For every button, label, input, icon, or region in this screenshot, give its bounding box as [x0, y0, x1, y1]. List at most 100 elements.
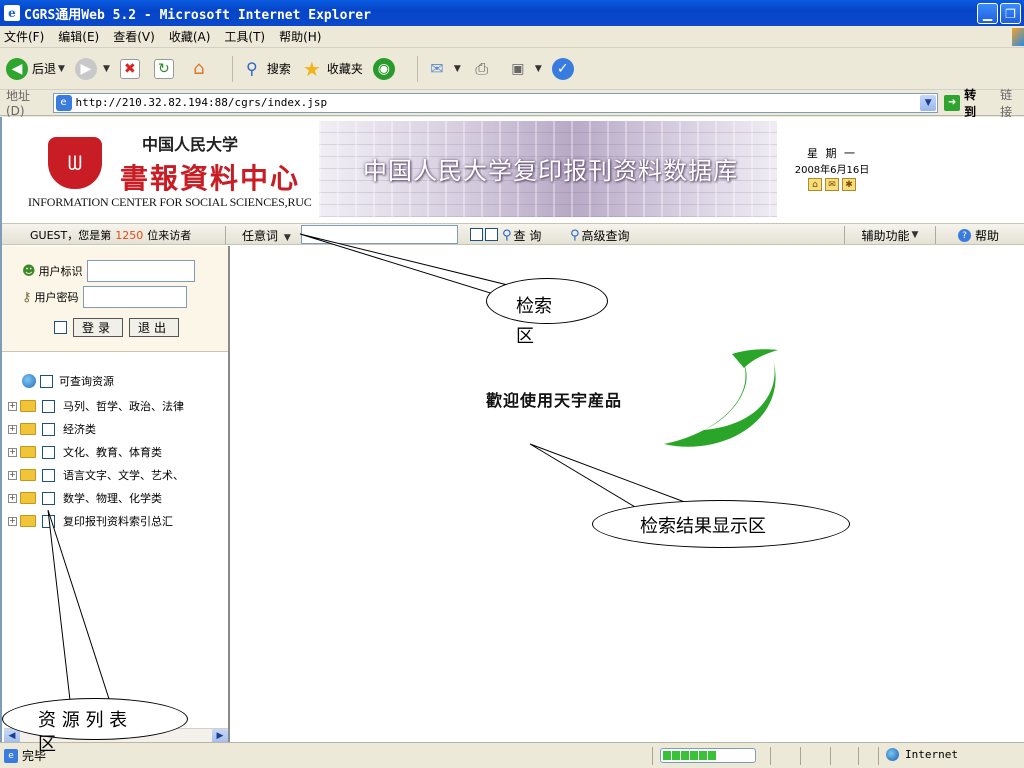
left-sidebar: ☻ 用户标识 ⚷ 用户密码 登录 退出 可查询资源 + 马列、哲学、政治、法律 …: [2, 246, 230, 743]
favorites-button[interactable]: ★ 收藏夹: [301, 57, 363, 81]
links-button[interactable]: 链接: [1000, 86, 1024, 120]
refresh-button[interactable]: ↻: [153, 58, 178, 79]
tree-item-label: 数学、物理、化学类: [63, 492, 162, 505]
page-banner: ᗯ 中国人民大学 書報資料中心 INFORMATION CENTER FOR S…: [2, 117, 1024, 223]
minimize-button[interactable]: ▁: [977, 3, 998, 24]
status-divider: [858, 747, 859, 765]
web-page: ᗯ 中国人民大学 書報資料中心 INFORMATION CENTER FOR S…: [0, 117, 1024, 743]
tree-item-checkbox[interactable]: [42, 422, 55, 436]
messenger-icon: ✓: [551, 57, 574, 80]
tree-root-checkbox[interactable]: [40, 374, 53, 388]
aux-functions-menu[interactable]: 辅助功能 ▼: [844, 226, 936, 244]
password-row: ⚷ 用户密码: [22, 286, 187, 308]
print-icon: ⎙: [475, 58, 489, 78]
chevron-down-icon[interactable]: ▼: [58, 64, 65, 74]
scroll-left-icon[interactable]: ◀: [4, 729, 20, 743]
search-button[interactable]: ⚲ 搜索: [241, 58, 291, 80]
globe-icon: [22, 374, 36, 388]
search-input[interactable]: [301, 225, 458, 244]
address-input[interactable]: e http://210.32.82.194:88/cgrs/index.jsp…: [52, 92, 939, 113]
maximize-button[interactable]: ❐: [1000, 3, 1021, 24]
home-button[interactable]: ⌂: [188, 58, 214, 80]
help-button[interactable]: ? 帮助: [958, 227, 999, 244]
bookmark-icon[interactable]: ✱: [842, 178, 856, 191]
search-button-label: 查 询: [513, 229, 542, 243]
back-button[interactable]: ◀ 后退 ▼: [6, 57, 65, 80]
messenger-button[interactable]: ✓: [551, 57, 578, 80]
menu-tools[interactable]: 工具(T): [224, 28, 265, 45]
mail-button[interactable]: ✉ ▼: [426, 58, 461, 80]
address-dropdown-icon[interactable]: ▼: [920, 94, 937, 111]
welcome-text: 歡迎使用天宇産品: [486, 391, 623, 410]
user-id-field[interactable]: [86, 260, 195, 282]
tree-item[interactable]: + 经济类: [8, 421, 96, 437]
home-icon[interactable]: ⌂: [808, 178, 822, 191]
tree-item[interactable]: + 文化、教育、体育类: [8, 444, 162, 460]
go-button[interactable]: ➜ 转到: [944, 86, 988, 120]
search-button[interactable]: ⚲ 查 询: [502, 227, 541, 244]
login-button[interactable]: 登录: [73, 318, 124, 337]
menu-bar: 文件(F) 编辑(E) 查看(V) 收藏(A) 工具(T) 帮助(H): [0, 26, 1024, 48]
forward-button[interactable]: ▶ ▼: [74, 57, 110, 80]
password-field[interactable]: [82, 286, 187, 308]
expand-icon[interactable]: +: [8, 470, 17, 480]
date-block: 星 期 一 2008年6月16日 ⌂ ✉ ✱: [792, 145, 872, 191]
database-title: 中国人民大学复印报刊资料数据库: [363, 157, 738, 185]
tree-item-checkbox[interactable]: [42, 514, 55, 528]
keyword-select[interactable]: 任意词 ▼: [242, 227, 291, 244]
tree-item-checkbox[interactable]: [42, 399, 55, 413]
guest-suffix: 位来访者: [147, 229, 192, 242]
home-icon: ⌂: [193, 58, 205, 79]
tree-item-checkbox[interactable]: [42, 445, 55, 459]
tree-root[interactable]: 可查询资源: [22, 373, 114, 389]
tree-item[interactable]: + 语言文字、文学、艺术、: [8, 467, 184, 483]
advanced-search-button[interactable]: ⚲ 高级查询: [570, 227, 630, 244]
remember-checkbox[interactable]: [54, 321, 67, 334]
chevron-down-icon[interactable]: ▼: [454, 64, 461, 74]
search-option-checkbox-1[interactable]: [470, 228, 483, 241]
chevron-down-icon: ▼: [283, 233, 291, 243]
expand-icon[interactable]: +: [8, 401, 17, 411]
security-zone: Internet: [886, 748, 958, 761]
logout-button[interactable]: 退出: [129, 318, 180, 337]
tree-item-checkbox[interactable]: [42, 468, 55, 482]
chevron-down-icon[interactable]: ▼: [535, 64, 542, 74]
search-option-checkbox-2[interactable]: [485, 228, 498, 241]
tree-item[interactable]: + 复印报刊资料索引总汇: [8, 513, 173, 529]
menu-help[interactable]: 帮助(H): [279, 28, 321, 45]
address-url[interactable]: http://210.32.82.194:88/cgrs/index.jsp: [76, 96, 328, 109]
progress-block: [690, 751, 698, 760]
callout-search-area-text-2: 区: [516, 326, 534, 347]
menu-view[interactable]: 查看(V): [113, 28, 155, 45]
mail-icon[interactable]: ✉: [825, 178, 839, 191]
tree-item[interactable]: + 马列、哲学、政治、法律: [8, 398, 184, 414]
visitor-count: 1250: [115, 228, 144, 242]
status-divider: [800, 747, 801, 765]
chevron-down-icon: ▼: [911, 230, 919, 240]
chevron-down-icon[interactable]: ▼: [103, 64, 110, 74]
logo-university-name: 中国人民大学: [142, 135, 239, 154]
edit-button[interactable]: ▣ ▼: [507, 58, 542, 80]
scroll-right-icon[interactable]: ▶: [212, 729, 228, 743]
folder-icon: [20, 423, 36, 435]
folder-icon: [20, 515, 36, 527]
tianyu-swoosh-logo: [664, 349, 778, 447]
menu-edit[interactable]: 编辑(E): [58, 28, 99, 45]
print-button[interactable]: ⎙: [471, 58, 497, 80]
expand-icon[interactable]: +: [8, 424, 17, 434]
logo-english-name: INFORMATION CENTER FOR SOCIAL SCIENCES,R…: [28, 195, 312, 209]
expand-icon[interactable]: +: [8, 493, 17, 503]
menu-file[interactable]: 文件(F): [4, 28, 44, 45]
status-divider: [770, 747, 771, 765]
stop-button[interactable]: ✖: [119, 58, 144, 79]
tree-item[interactable]: + 数学、物理、化学类: [8, 490, 162, 506]
menu-favorites[interactable]: 收藏(A): [169, 28, 211, 45]
expand-icon[interactable]: +: [8, 447, 17, 457]
tree-item-checkbox[interactable]: [42, 491, 55, 505]
help-icon: ?: [958, 229, 971, 242]
media-button[interactable]: ◉: [372, 57, 399, 80]
expand-icon[interactable]: +: [8, 516, 17, 526]
progress-block: [708, 751, 716, 760]
browser-toolbar: ◀ 后退 ▼ ▶ ▼ ✖ ↻ ⌂ ⚲ 搜索 ★ 收藏夹 ◉ ✉ ▼ ⎙ ▣ ▼ …: [0, 48, 1024, 90]
keyword-select-label: 任意词: [242, 229, 279, 243]
